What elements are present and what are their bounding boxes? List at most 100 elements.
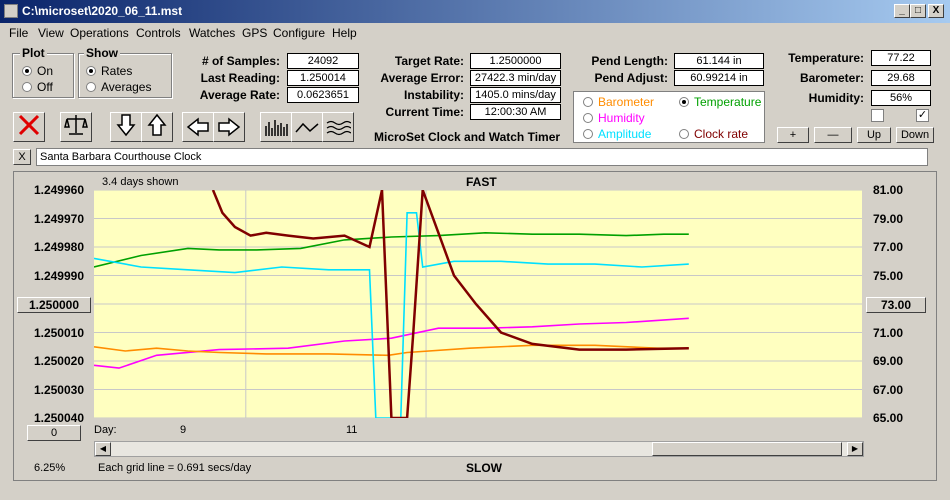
wave-graph-icon: [326, 120, 351, 136]
samples-label: # of Samples:: [201, 54, 280, 68]
show-group-title: Show: [84, 46, 120, 60]
y-right-tick: 65.00: [873, 411, 904, 425]
checkbox-2[interactable]: ✓: [916, 109, 929, 122]
arrow-down-icon: [116, 114, 136, 137]
series-amplitude: [93, 211, 689, 419]
sensor-clockrate-radio[interactable]: Clock rate: [679, 127, 748, 141]
plus-button[interactable]: +: [777, 127, 809, 143]
window-title: C:\microset\2020_06_11.mst: [22, 4, 183, 18]
balance-scale-icon: [64, 115, 88, 135]
pend-length-value: 61.144 in: [674, 53, 764, 69]
close-button[interactable]: X: [928, 4, 944, 18]
menu-watches[interactable]: Watches: [189, 26, 235, 40]
sensor-temperature-radio[interactable]: Temperature: [679, 95, 761, 109]
sensor-humidity-radio[interactable]: Humidity: [583, 111, 645, 125]
current-time-value: 12:00:30 AM: [470, 104, 561, 120]
menu-controls[interactable]: Controls: [136, 26, 181, 40]
percent-label: 6.25%: [34, 462, 66, 474]
y-left-tick: 1.250010: [33, 325, 84, 340]
menu-operations[interactable]: Operations: [70, 26, 129, 40]
average-error-value: 27422.3 min/day: [470, 70, 561, 86]
center-temp-button[interactable]: 73.00: [866, 297, 926, 313]
stop-button[interactable]: [13, 112, 45, 142]
y-left-tick: 1.250030: [33, 382, 84, 397]
histogram-button[interactable]: [260, 112, 292, 142]
menu-file[interactable]: File: [9, 26, 28, 40]
target-rate-label: Target Rate:: [394, 54, 464, 68]
stop-x-icon: [18, 114, 40, 136]
day-tick-9: 9: [180, 424, 187, 436]
clear-name-button[interactable]: X: [13, 149, 31, 165]
arrow-left-icon: [186, 117, 209, 137]
slow-label: SLOW: [466, 461, 502, 475]
y-right-tick: 71.00: [873, 325, 904, 340]
plot-on-radio[interactable]: On: [22, 64, 53, 78]
checkbox-1[interactable]: [871, 109, 884, 122]
menu-bar: File View Operations Controls Watches GP…: [0, 23, 950, 42]
horizontal-scrollbar[interactable]: ◀ ▶: [94, 441, 864, 457]
show-rates-radio[interactable]: Rates: [86, 64, 132, 78]
line-graph-icon: [295, 122, 319, 133]
current-time-label: Current Time:: [385, 105, 464, 119]
arrow-down-button[interactable]: [110, 112, 142, 142]
fast-label: FAST: [466, 175, 497, 189]
line-graph-button[interactable]: [291, 112, 323, 142]
y-left-tick: 1.249990: [33, 268, 84, 283]
title-bar: C:\microset\2020_06_11.mst _ □ X: [0, 0, 950, 23]
instability-value: 1405.0 mins/day: [470, 87, 561, 103]
plot-area[interactable]: [93, 189, 862, 420]
arrow-right-button[interactable]: [213, 112, 245, 142]
pend-adjust-value: 60.99214 in: [674, 70, 764, 86]
show-averages-radio[interactable]: Averages: [86, 80, 151, 94]
y-left-tick: 1.250020: [33, 354, 84, 368]
y-left-tick: 1.249970: [33, 211, 84, 226]
average-rate-label: Average Rate:: [199, 88, 280, 102]
day-label: Day:: [94, 424, 117, 436]
up-button[interactable]: Up: [857, 127, 891, 143]
menu-gps[interactable]: GPS: [242, 26, 267, 40]
y-right-tick: 81.00: [873, 183, 904, 197]
sensor-amplitude-radio[interactable]: Amplitude: [583, 127, 651, 141]
app-icon[interactable]: [4, 4, 18, 18]
days-shown-label: 3.4 days shown: [102, 176, 179, 188]
pend-length-label: Pend Length:: [591, 54, 668, 68]
arrow-left-button[interactable]: [182, 112, 214, 142]
plot-group-title: Plot: [20, 46, 47, 60]
maximize-button[interactable]: □: [910, 4, 926, 18]
average-error-label: Average Error:: [380, 71, 464, 85]
arrow-up-icon: [147, 113, 167, 136]
center-rate-button[interactable]: 1.250000: [17, 297, 91, 313]
arrow-up-button[interactable]: [141, 112, 173, 142]
clock-name-input[interactable]: Santa Barbara Courthouse Clock: [36, 148, 928, 166]
y-right-tick: 77.00: [873, 240, 904, 254]
sensor-barometer-radio[interactable]: Barometer: [583, 95, 654, 109]
scroll-left-button[interactable]: ◀: [95, 442, 111, 456]
temperature-value: 77.22: [871, 50, 931, 66]
menu-view[interactable]: View: [38, 26, 64, 40]
y-right-tick: 67.00: [873, 382, 904, 397]
y-left-tick: 1.249960: [33, 183, 84, 197]
menu-help[interactable]: Help: [332, 26, 357, 40]
scroll-right-button[interactable]: ▶: [847, 442, 863, 456]
day-tick-11: 11: [346, 424, 358, 436]
y-right-tick: 79.00: [873, 211, 904, 226]
down-button[interactable]: Down: [896, 127, 934, 143]
zero-button[interactable]: 0: [27, 425, 81, 441]
arrow-right-icon: [218, 117, 241, 137]
average-rate-value: 0.0623651: [287, 87, 359, 103]
humidity-label: Humidity:: [808, 91, 864, 105]
temperature-label: Temperature:: [788, 51, 864, 65]
humidity-value: 56%: [871, 90, 931, 106]
balance-button[interactable]: [60, 112, 92, 142]
instability-label: Instability:: [403, 88, 464, 102]
minus-button[interactable]: —: [814, 127, 852, 143]
y-right-tick: 69.00: [873, 354, 904, 368]
wave-graph-button[interactable]: [322, 112, 354, 142]
plot-off-radio[interactable]: Off: [22, 80, 53, 94]
menu-configure[interactable]: Configure: [273, 26, 325, 40]
minimize-button[interactable]: _: [894, 4, 910, 18]
y-right-tick: 75.00: [873, 268, 904, 283]
y-left-tick: 1.249980: [33, 240, 84, 254]
scroll-thumb[interactable]: [652, 442, 842, 456]
app-title-label: MicroSet Clock and Watch Timer: [374, 130, 561, 144]
